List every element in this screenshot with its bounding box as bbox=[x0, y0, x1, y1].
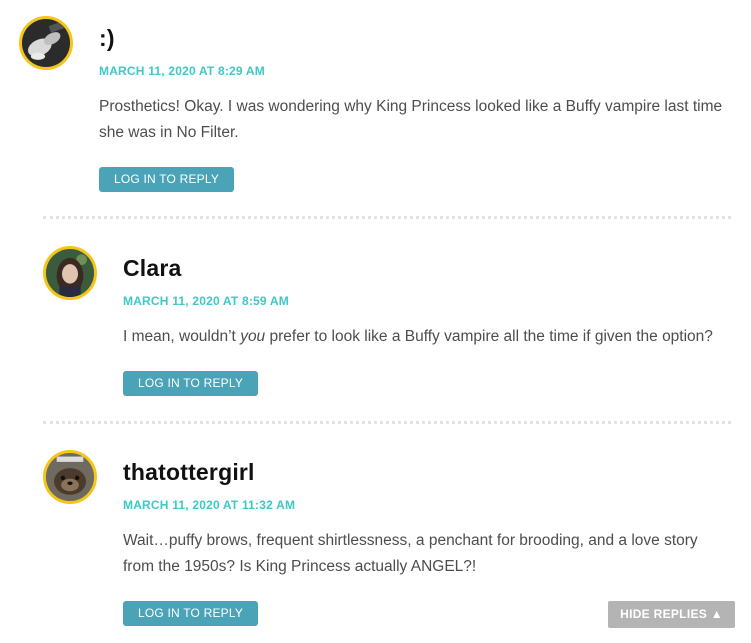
portrait-avatar-icon bbox=[46, 249, 94, 297]
comment-timestamp[interactable]: MARCH 11, 2020 AT 8:59 AM bbox=[123, 294, 289, 308]
comment-timestamp[interactable]: MARCH 11, 2020 AT 11:32 AM bbox=[123, 498, 295, 512]
comment-author: Clara bbox=[123, 255, 182, 281]
comment-body-text: I mean, wouldn’t bbox=[123, 328, 241, 345]
log-in-to-reply-button[interactable]: LOG IN TO REPLY bbox=[123, 601, 259, 626]
hands-photo-avatar-icon bbox=[22, 19, 70, 67]
comment-timestamp[interactable]: MARCH 11, 2020 AT 8:29 AM bbox=[99, 64, 265, 78]
commenter-avatar[interactable] bbox=[19, 16, 73, 70]
comment-body: Wait…puffy brows, frequent shirtlessness… bbox=[123, 532, 698, 575]
comment-body-emphasis: you bbox=[240, 328, 266, 345]
commenter-avatar[interactable] bbox=[43, 246, 97, 300]
comment-divider bbox=[43, 421, 731, 424]
comment-divider bbox=[43, 216, 731, 219]
commenter-avatar[interactable] bbox=[43, 450, 97, 504]
comment-body-text: prefer to look like a Buffy vampire all … bbox=[265, 328, 713, 345]
comments-thread: :) MARCH 11, 2020 AT 8:29 AM Prosthetics… bbox=[0, 0, 751, 643]
comment-author: :) bbox=[99, 25, 115, 51]
otter-avatar-icon bbox=[46, 453, 94, 501]
comment-author: thatottergirl bbox=[123, 459, 255, 485]
log-in-to-reply-button[interactable]: LOG IN TO REPLY bbox=[123, 371, 259, 396]
comment-body: I mean, wouldn’t you prefer to look like… bbox=[123, 324, 743, 350]
hide-replies-button[interactable]: HIDE REPLIES ▲ bbox=[608, 601, 735, 628]
log-in-to-reply-button[interactable]: LOG IN TO REPLY bbox=[99, 167, 235, 192]
comment-body: Prosthetics! Okay. I was wondering why K… bbox=[99, 98, 723, 141]
